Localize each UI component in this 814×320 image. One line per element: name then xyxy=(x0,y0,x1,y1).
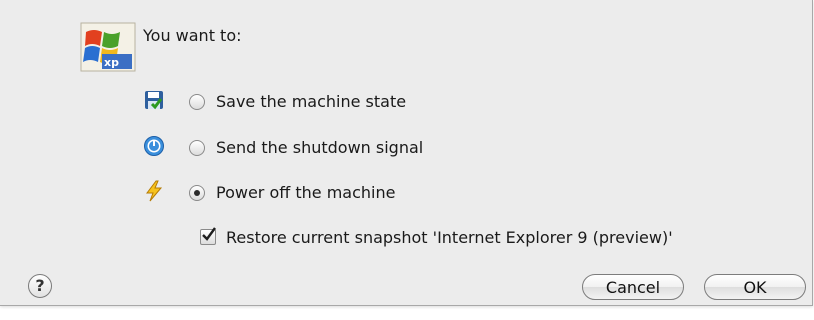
power-off-radio[interactable] xyxy=(189,185,205,201)
help-button[interactable]: ? xyxy=(28,274,52,298)
power-off-label[interactable]: Power off the machine xyxy=(216,183,395,202)
close-vm-dialog: xp You want to: Save the machine state S… xyxy=(0,0,813,306)
shutdown-signal-label[interactable]: Send the shutdown signal xyxy=(216,138,423,157)
save-state-radio[interactable] xyxy=(189,94,205,110)
restore-snapshot-label[interactable]: Restore current snapshot 'Internet Explo… xyxy=(226,228,673,247)
save-state-label[interactable]: Save the machine state xyxy=(216,92,406,111)
xp-logo-text: xp xyxy=(104,56,119,69)
dialog-prompt: You want to: xyxy=(143,26,242,45)
power-button-icon xyxy=(144,136,164,156)
ok-button[interactable]: OK xyxy=(704,274,806,300)
checkmark-icon xyxy=(202,227,216,241)
restore-snapshot-checkbox[interactable] xyxy=(200,227,216,245)
shutdown-signal-radio[interactable] xyxy=(189,140,205,156)
save-state-icon xyxy=(145,91,163,110)
windows-xp-logo: xp xyxy=(80,22,136,72)
lightning-bolt-icon xyxy=(146,180,163,202)
cancel-button[interactable]: Cancel xyxy=(582,274,684,300)
